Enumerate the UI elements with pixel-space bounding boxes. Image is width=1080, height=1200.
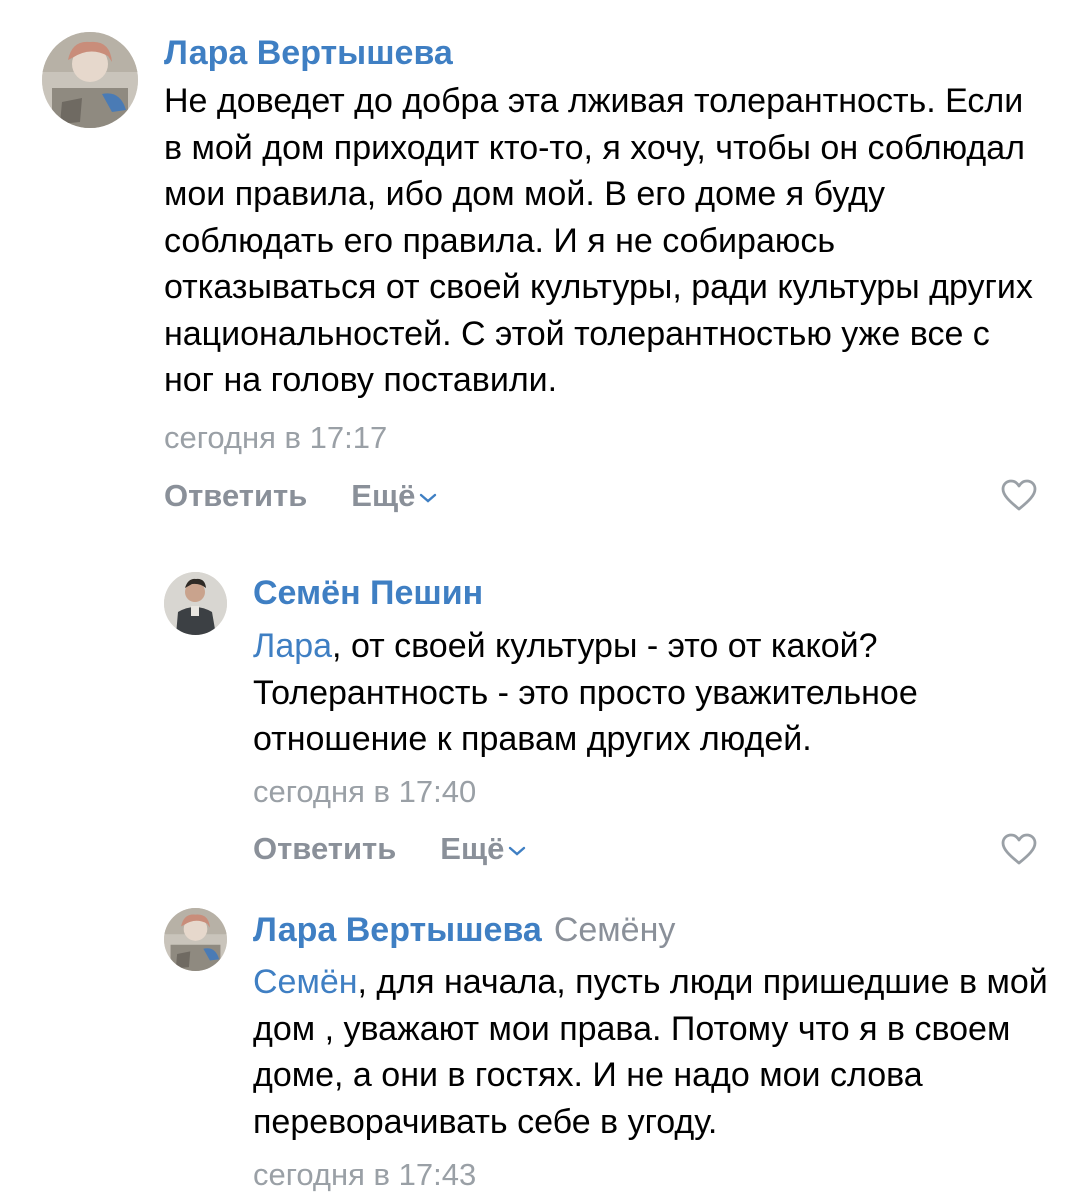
avatar[interactable]: [164, 572, 227, 635]
more-button[interactable]: Ещё: [440, 831, 526, 866]
comment-author[interactable]: Семён Пешин: [253, 574, 483, 613]
chevron-down-icon: [509, 846, 526, 856]
comment-actions: Ответить Ещё: [164, 478, 437, 514]
avatar-photo-icon: [164, 908, 227, 971]
more-label: Ещё: [440, 831, 505, 866]
avatar-photo-icon: [42, 32, 138, 128]
avatar-photo-icon: [164, 572, 227, 635]
avatar[interactable]: [42, 32, 138, 128]
comment-timestamp: сегодня в 17:43: [253, 1157, 477, 1192]
heart-outline-icon[interactable]: [1001, 833, 1037, 865]
mention-link[interactable]: Лара: [253, 627, 332, 665]
reply-button[interactable]: Ответить: [164, 478, 307, 513]
comment-body: , от своей культуры - это от какой? Толе…: [253, 627, 918, 758]
comment-text: Не доведет до добра эта лживая толерантн…: [164, 82, 1033, 399]
comment-author-line: Лара Вертышева Семёну: [253, 911, 675, 950]
comment-actions: Ответить Ещё: [253, 831, 526, 867]
comment-text: Лара, от своей культуры - это от какой? …: [253, 623, 1043, 763]
comment-text: Семён, для начала, пусть люди пришедшие …: [253, 959, 1053, 1145]
comment-body: , для начала, пусть люди пришедшие в мой…: [253, 963, 1048, 1141]
comment-author[interactable]: Лара Вертышева: [253, 911, 542, 949]
more-label: Ещё: [351, 478, 416, 513]
mention-link[interactable]: Семён: [253, 963, 358, 1001]
reply-to-label[interactable]: Семёну: [554, 911, 676, 949]
avatar[interactable]: [164, 908, 227, 971]
comment-timestamp: сегодня в 17:17: [164, 420, 388, 455]
chevron-down-icon: [420, 493, 437, 503]
heart-outline-icon[interactable]: [1001, 479, 1037, 511]
reply-button[interactable]: Ответить: [253, 831, 396, 866]
more-button[interactable]: Ещё: [351, 478, 437, 513]
comment-timestamp: сегодня в 17:40: [253, 774, 477, 809]
comment-author[interactable]: Лара Вертышева: [164, 34, 453, 73]
